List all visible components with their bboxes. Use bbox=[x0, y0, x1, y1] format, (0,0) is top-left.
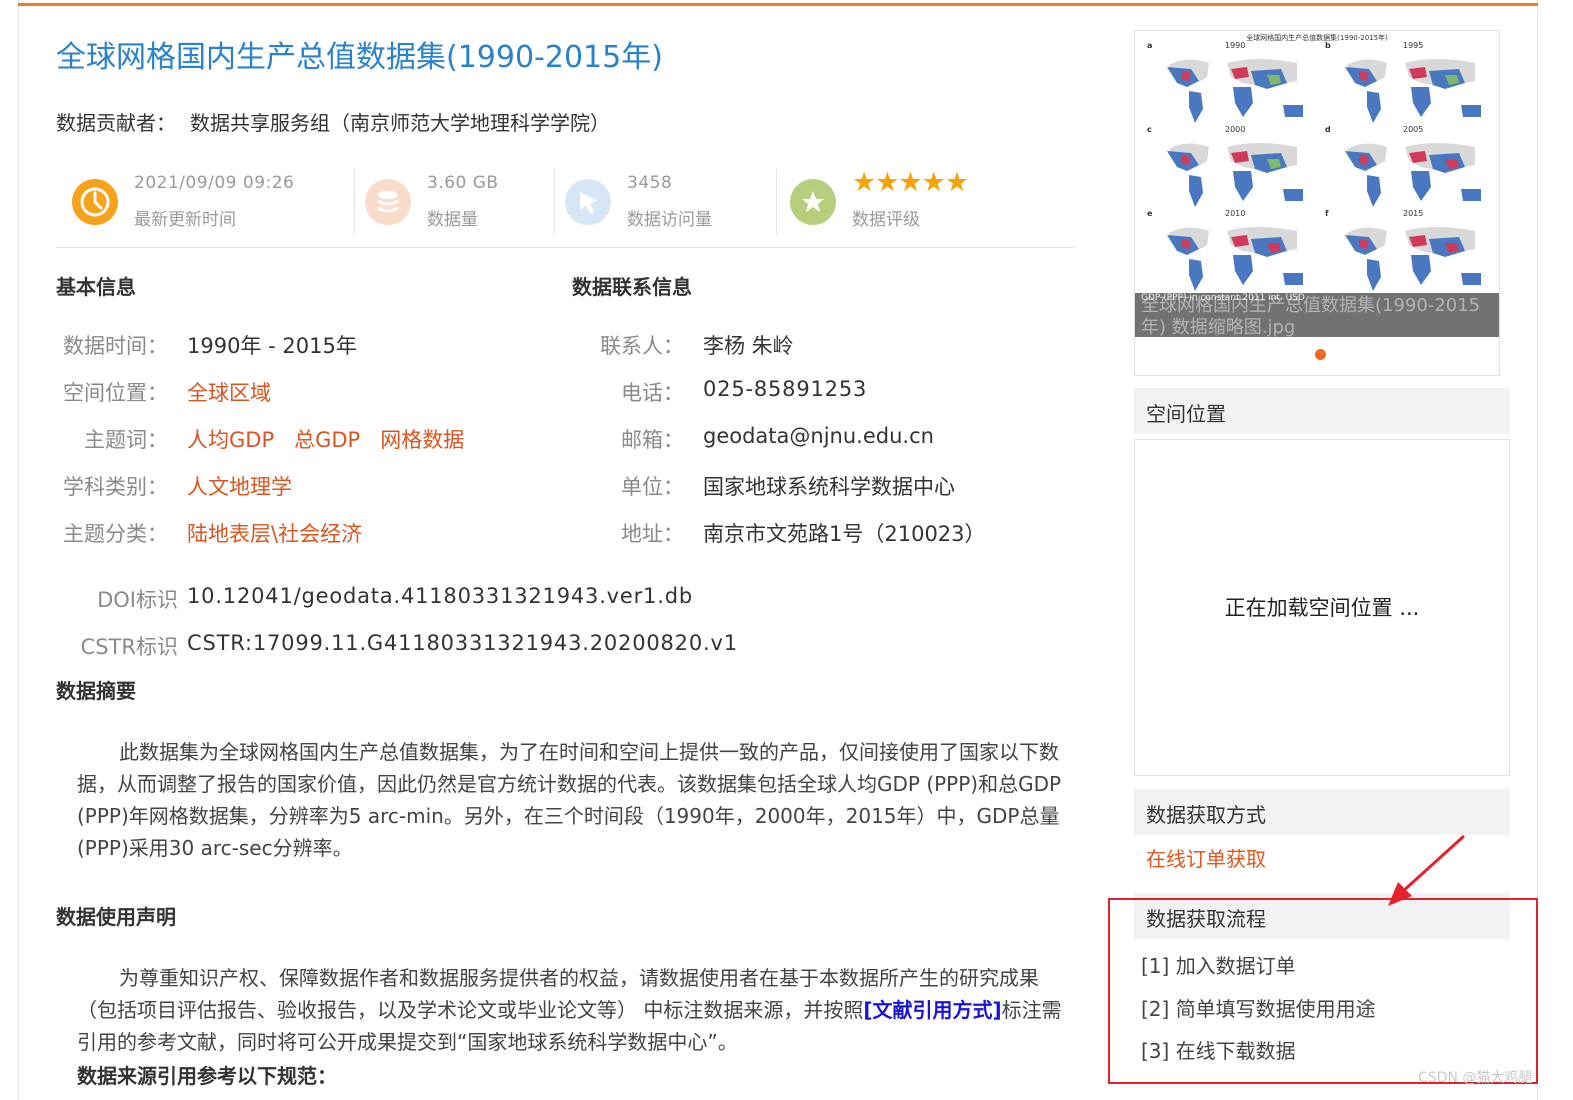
world-map-icon bbox=[1345, 143, 1481, 207]
field-label: 主题分类： bbox=[63, 522, 168, 546]
field-label: 联系人： bbox=[600, 334, 684, 358]
keyword-link[interactable]: 总GDP bbox=[294, 428, 360, 452]
highlight-annotation-box bbox=[1108, 898, 1538, 1084]
contributor: 数据贡献者： 数据共享服务组（南京师范大学地理科学学院） bbox=[56, 107, 610, 136]
map-panel-1995: b 1995 bbox=[1325, 39, 1495, 129]
stat-value: 3458 bbox=[627, 173, 673, 193]
panel-year: 2015 bbox=[1403, 209, 1424, 218]
map-panel-2000: c 2000 bbox=[1147, 123, 1317, 213]
field-label: 数据时间： bbox=[63, 334, 168, 358]
stat-divider bbox=[554, 169, 555, 235]
map-panel-2010: e 2010 bbox=[1147, 207, 1317, 297]
stat-divider bbox=[354, 169, 355, 235]
contact-info-heading: 数据联系信息 bbox=[572, 275, 692, 299]
field-label: 单位： bbox=[621, 475, 684, 499]
usage-text: 为尊重知识产权、保障数据作者和数据服务提供者的权益，请数据使用者在基于本数据所产… bbox=[77, 962, 1067, 1058]
citation-method-link[interactable]: [文献引用方式] bbox=[863, 998, 1001, 1022]
space-link[interactable]: 全球区域 bbox=[187, 377, 271, 407]
carousel-dot[interactable] bbox=[1315, 349, 1326, 360]
spatial-panel-header: 空间位置 bbox=[1134, 388, 1510, 434]
caption-text: 全球网格国内生产总值数据集(1990-2015年) 数据缩略图.jpg bbox=[1141, 295, 1481, 338]
field-value: 李杨 朱岭 bbox=[703, 334, 794, 358]
stat-value: 2021/09/09 09:26 bbox=[134, 173, 295, 193]
field-label: 主题词： bbox=[84, 428, 168, 452]
field-label: DOI标识 bbox=[97, 588, 178, 612]
watermark: CSDN @猫大鸡腿 bbox=[1418, 1070, 1533, 1086]
cursor-icon bbox=[565, 179, 611, 225]
database-icon bbox=[365, 179, 411, 225]
panel-year: 2010 bbox=[1225, 209, 1246, 218]
clock-icon bbox=[72, 179, 118, 225]
thumbnail-carousel[interactable]: 全球网格国内生产总值数据集(1990-2015年) a 1990 b 1995 c 200… bbox=[1134, 30, 1500, 376]
abstract-text: 此数据集为全球网格国内生产总值数据集，为了在时间和空间上提供一致的产品，仅间接使… bbox=[77, 736, 1067, 864]
contributor-label: 数据贡献者： bbox=[56, 111, 176, 135]
rating-stars: ★★★★★ bbox=[852, 167, 969, 198]
field-value: 南京市文苑路1号（210023） bbox=[703, 522, 986, 546]
field-value: 1990年 - 2015年 bbox=[187, 334, 357, 358]
world-map-icon bbox=[1345, 227, 1481, 291]
panel-letter: b bbox=[1325, 41, 1331, 50]
discipline-link[interactable]: 人文地理学 bbox=[187, 471, 292, 501]
star-badge-icon bbox=[790, 179, 836, 225]
basic-info-heading: 基本信息 bbox=[56, 275, 136, 299]
loading-text: 正在加载空间位置 ... bbox=[1224, 596, 1420, 620]
field-label: CSTR标识 bbox=[80, 635, 178, 659]
panel-year: 1990 bbox=[1225, 41, 1246, 50]
cstr-value: CSTR:17099.11.G41180331321943.20200820.v… bbox=[187, 631, 738, 655]
contributor-value: 数据共享服务组（南京师范大学地理科学学院） bbox=[190, 111, 610, 135]
panel-letter: a bbox=[1147, 41, 1153, 50]
field-value: 国家地球系统科学数据中心 bbox=[703, 475, 955, 499]
world-map-icon bbox=[1167, 59, 1303, 123]
spatial-map-area[interactable]: 正在加载空间位置 ... bbox=[1134, 439, 1510, 776]
stat-label: 数据访问量 bbox=[627, 210, 712, 230]
spatial-heading: 空间位置 bbox=[1146, 402, 1226, 426]
citation-heading: 数据来源引用参考以下规范： bbox=[77, 1064, 337, 1088]
panel-year: 1995 bbox=[1403, 41, 1424, 50]
field-label: 电话： bbox=[621, 381, 684, 405]
usage-heading: 数据使用声明 bbox=[56, 905, 176, 929]
stat-value: 3.60 GB bbox=[427, 173, 499, 193]
field-label: 学科类别： bbox=[63, 475, 168, 499]
panel-year: 2005 bbox=[1403, 125, 1424, 134]
field-label: 空间位置： bbox=[63, 381, 168, 405]
thumbnail-caption-overlay: GDP (PPP) in constant 2011 int. USD 全球网格… bbox=[1135, 293, 1499, 338]
abstract-body: 此数据集为全球网格国内生产总值数据集，为了在时间和空间上提供一致的产品，仅间接使… bbox=[77, 740, 1062, 860]
field-label: 地址： bbox=[621, 522, 684, 546]
keyword-list: 人均GDP 总GDP 网格数据 bbox=[187, 424, 484, 454]
panel-year: 2000 bbox=[1225, 125, 1246, 134]
online-order-link[interactable]: 在线订单获取 bbox=[1146, 843, 1266, 872]
map-panel-1990: a 1990 bbox=[1147, 39, 1317, 129]
stat-label: 数据量 bbox=[427, 210, 478, 230]
page-title: 全球网格国内生产总值数据集(1990-2015年) bbox=[56, 40, 663, 75]
panel-letter: f bbox=[1325, 209, 1329, 218]
field-value: 025-85891253 bbox=[703, 377, 868, 401]
frame-left-border bbox=[18, 0, 19, 1100]
map-panel-2005: d 2005 bbox=[1325, 123, 1495, 213]
access-heading: 数据获取方式 bbox=[1146, 803, 1266, 827]
doi-value: 10.12041/geodata.41180331321943.ver1.db bbox=[187, 584, 693, 608]
stat-label: 数据评级 bbox=[852, 210, 920, 230]
stat-label: 最新更新时间 bbox=[134, 210, 236, 230]
panel-letter: d bbox=[1325, 125, 1331, 134]
keyword-link[interactable]: 网格数据 bbox=[380, 428, 464, 452]
world-map-icon bbox=[1167, 143, 1303, 207]
stats-row: 2021/09/09 09:26 最新更新时间 3.60 GB 数据量 3458… bbox=[56, 165, 1074, 248]
field-label: 邮箱： bbox=[621, 428, 684, 452]
top-accent-bar bbox=[18, 3, 1538, 6]
annotation-arrow-icon bbox=[1388, 834, 1466, 906]
abstract-heading: 数据摘要 bbox=[56, 679, 136, 703]
keyword-link[interactable]: 人均GDP bbox=[187, 428, 274, 452]
access-panel-header: 数据获取方式 bbox=[1134, 789, 1510, 835]
field-value: geodata@njnu.edu.cn bbox=[703, 424, 934, 448]
category-link[interactable]: 陆地表层\社会经济 bbox=[187, 518, 362, 548]
panel-letter: e bbox=[1147, 209, 1153, 218]
map-panel-2015: f 2015 bbox=[1325, 207, 1495, 297]
stat-divider bbox=[776, 169, 777, 235]
world-map-icon bbox=[1167, 227, 1303, 291]
panel-letter: c bbox=[1147, 125, 1152, 134]
world-map-icon bbox=[1345, 59, 1481, 123]
